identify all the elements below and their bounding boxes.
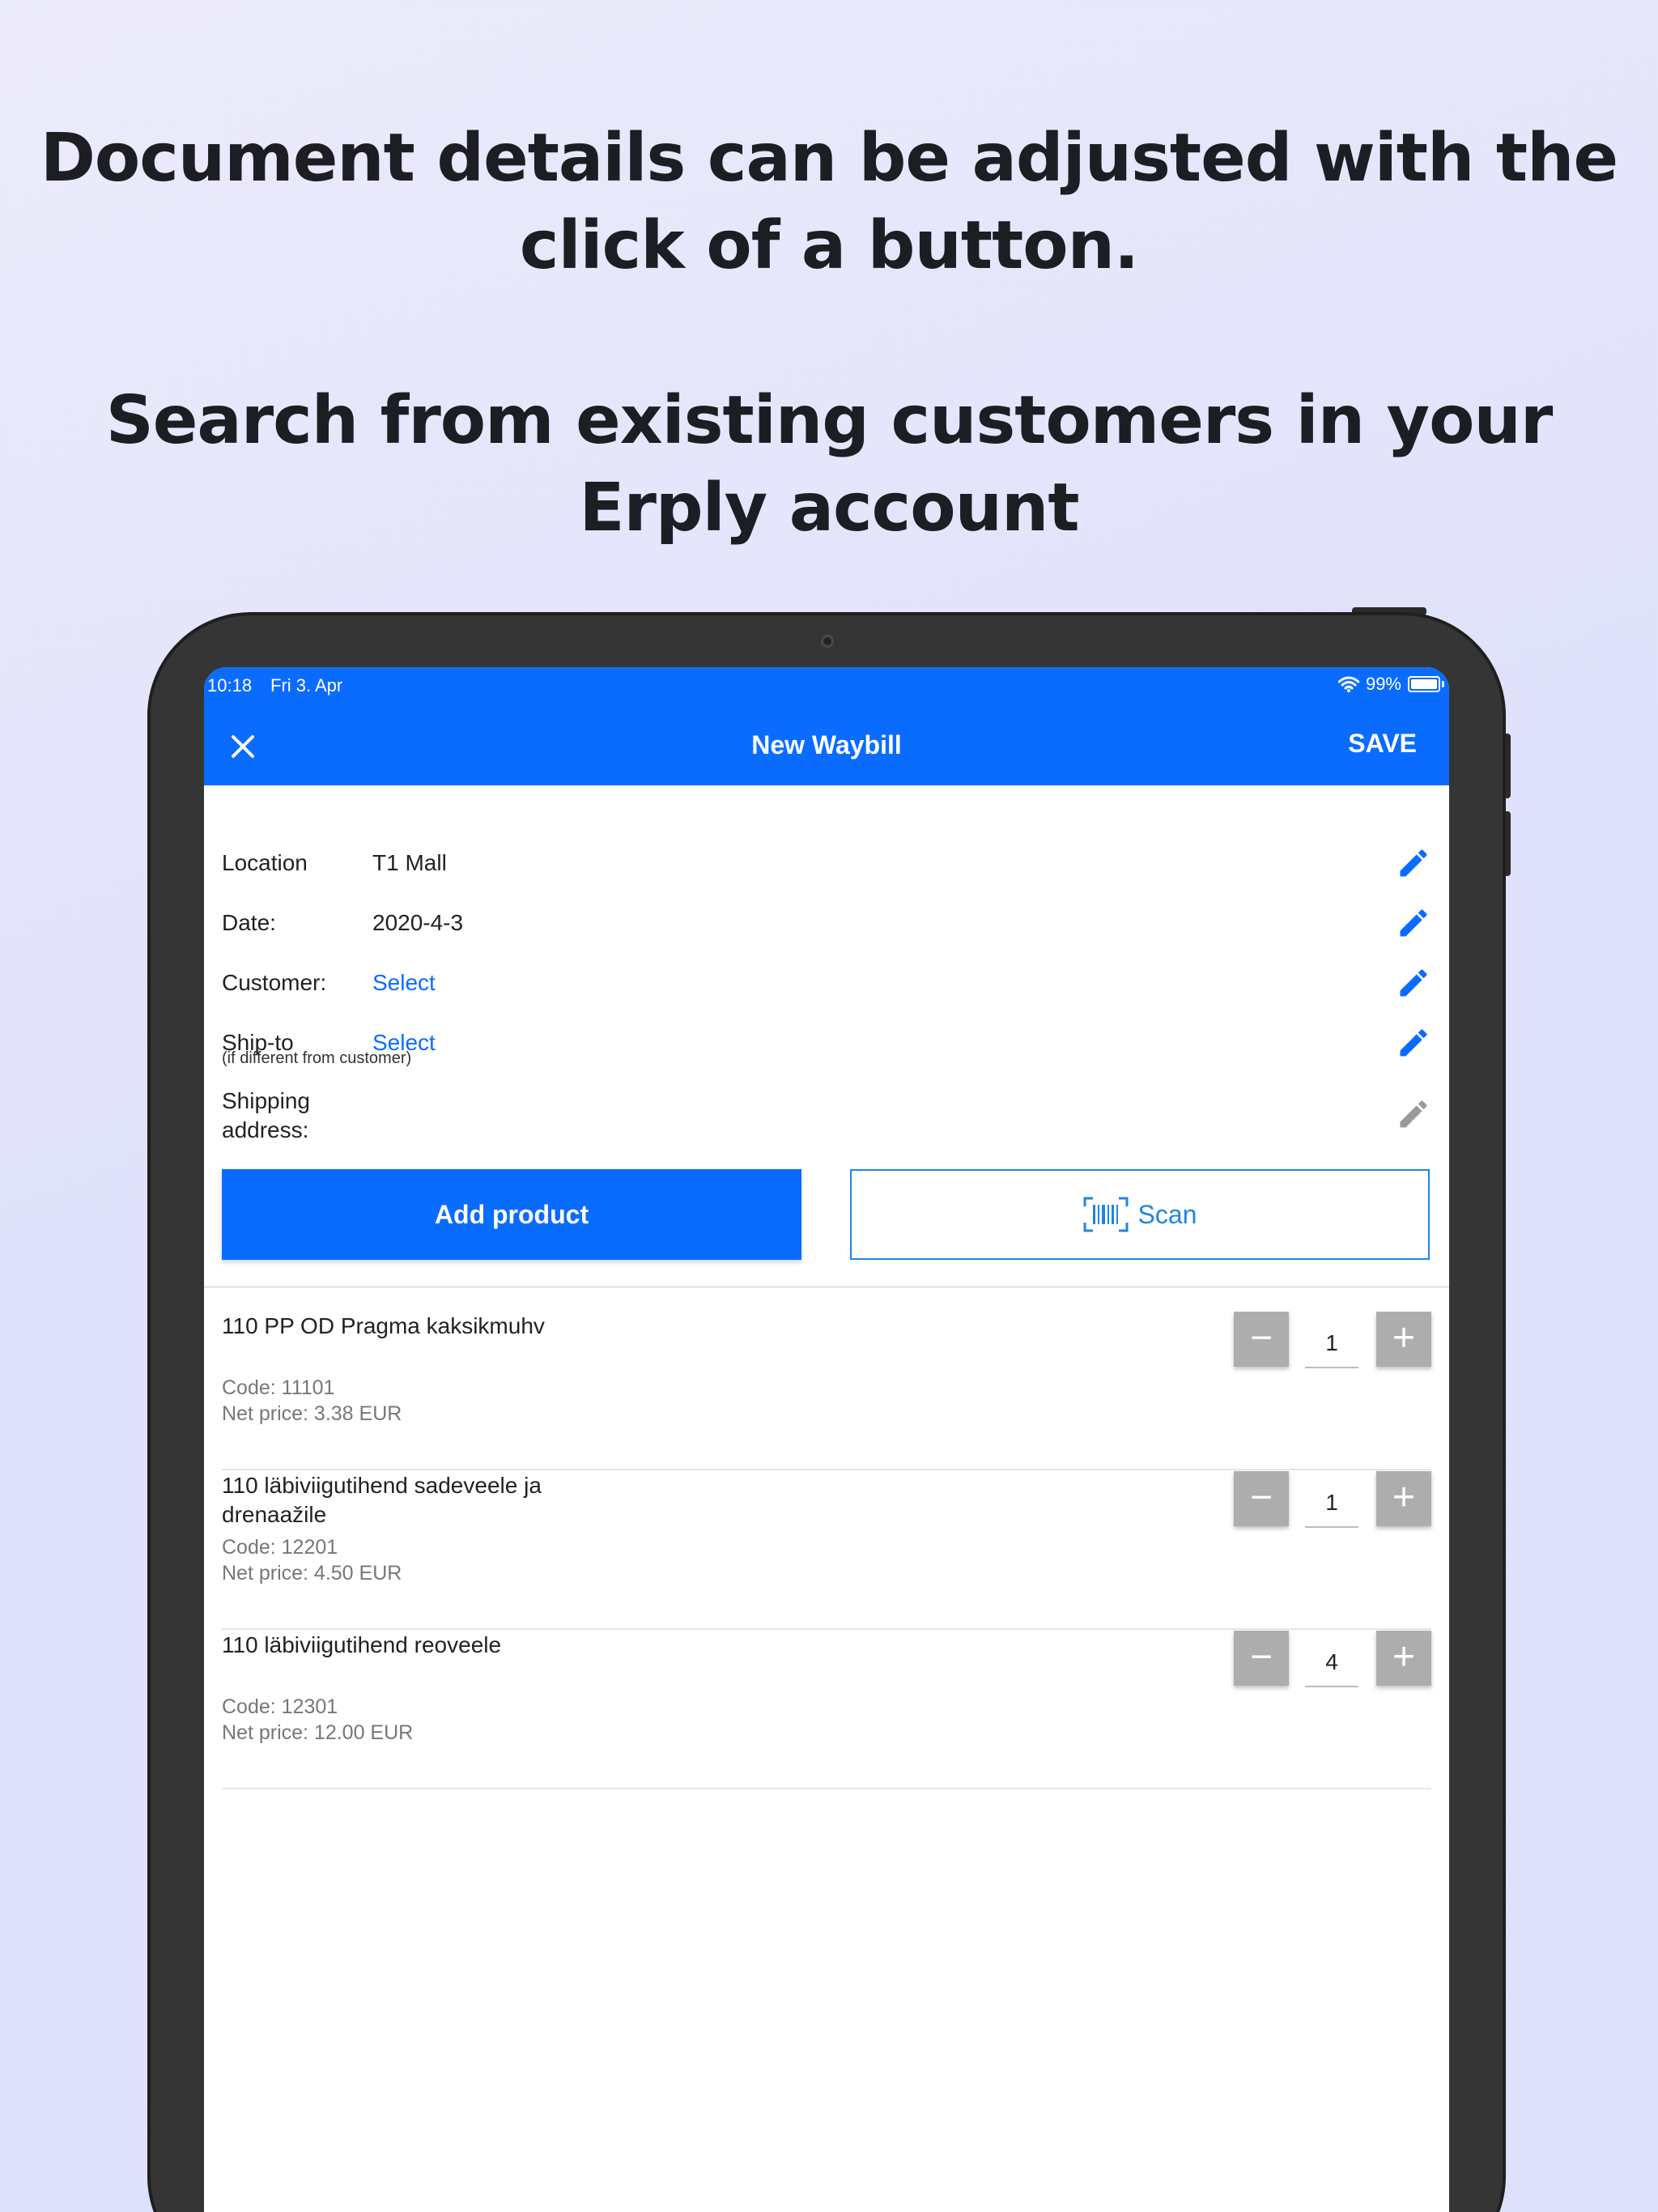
increase-quantity-button[interactable]: + xyxy=(1376,1471,1431,1526)
product-name: 110 läbiviigutihend reoveele xyxy=(222,1632,502,1657)
customer-select-link[interactable]: Select xyxy=(372,970,436,996)
product-price: Net price: 4.50 EUR xyxy=(222,1562,402,1585)
battery-percent: 99% xyxy=(1365,674,1401,694)
scan-label: Scan xyxy=(1137,1199,1197,1229)
customer-row: Customer: Select xyxy=(222,959,1431,1007)
page-title: New Waybill xyxy=(751,730,902,759)
shipping-address-label: Shipping address: xyxy=(222,1088,310,1142)
ship-to-hint: (if different from customer) xyxy=(222,1049,412,1067)
customer-label: Customer: xyxy=(222,970,327,995)
battery-tip xyxy=(1442,681,1444,687)
quantity-input[interactable] xyxy=(1305,1479,1358,1528)
location-label: Location xyxy=(222,850,308,875)
product-name: 110 läbiviigutihend sadeveele ja drenaaž… xyxy=(222,1473,542,1527)
product-code: Code: 11101 xyxy=(222,1376,335,1399)
edit-customer-icon[interactable] xyxy=(1396,965,1431,1001)
front-camera xyxy=(821,635,834,648)
app-screen: 10:18 Fri 3. Apr 99% New Waybill SAVE Lo… xyxy=(204,667,1449,2212)
app-bar: 10:18 Fri 3. Apr 99% New Waybill SAVE xyxy=(204,667,1449,785)
product-price: Net price: 12.00 EUR xyxy=(222,1721,414,1744)
edit-location-icon[interactable] xyxy=(1396,845,1431,881)
promo-headline-2-line-2: Erply account xyxy=(579,470,1079,547)
decrease-quantity-button[interactable]: − xyxy=(1234,1471,1289,1526)
increase-quantity-button[interactable]: + xyxy=(1376,1631,1431,1686)
decrease-quantity-button[interactable]: − xyxy=(1234,1631,1289,1686)
product-name: 110 PP OD Pragma kaksikmuhv xyxy=(222,1313,545,1338)
edit-ship-to-icon[interactable] xyxy=(1396,1025,1431,1061)
promo-headline-1-line-1: Document details can be adjusted with th… xyxy=(40,120,1618,197)
status-indicators: 99% xyxy=(1337,674,1444,695)
product-row[interactable]: 110 PP OD Pragma kaksikmuhv Code: 11101 … xyxy=(222,1312,1431,1470)
barcode-icon xyxy=(1083,1197,1129,1232)
date-row: Date: 2020-4-3 xyxy=(222,899,1431,947)
date-label: Date: xyxy=(222,910,276,935)
product-code: Code: 12201 xyxy=(222,1536,338,1559)
quantity-input[interactable] xyxy=(1305,1320,1358,1368)
location-row: Location T1 Mall xyxy=(222,839,1431,887)
location-value: T1 Mall xyxy=(372,850,447,875)
product-row[interactable]: 110 läbiviigutihend sadeveele ja drenaaž… xyxy=(222,1471,1431,1630)
status-time: 10:18 xyxy=(207,675,253,696)
promo-headline-1-line-2: click of a button. xyxy=(519,207,1139,284)
promo-headline-1: Document details can be adjusted with th… xyxy=(0,115,1658,290)
increase-quantity-button[interactable]: + xyxy=(1376,1312,1431,1367)
scan-button[interactable]: Scan xyxy=(850,1169,1430,1260)
product-price: Net price: 3.38 EUR xyxy=(222,1402,402,1425)
status-date: Fri 3. Apr xyxy=(270,675,343,696)
section-divider xyxy=(204,1286,1449,1288)
date-value: 2020-4-3 xyxy=(372,910,464,935)
edit-date-icon[interactable] xyxy=(1396,905,1431,941)
product-row[interactable]: 110 läbiviigutihend reoveele Code: 12301… xyxy=(222,1631,1431,1789)
save-button[interactable]: SAVE xyxy=(1348,729,1417,759)
decrease-quantity-button[interactable]: − xyxy=(1234,1312,1289,1367)
add-product-button[interactable]: Add product xyxy=(222,1169,801,1260)
product-code: Code: 12301 xyxy=(222,1695,338,1718)
promo-headline-2: Search from existing customers in your E… xyxy=(0,377,1658,552)
wifi-icon xyxy=(1337,676,1359,692)
promo-headline-2-line-1: Search from existing customers in your xyxy=(105,382,1554,459)
battery-icon xyxy=(1408,676,1440,692)
quantity-input[interactable] xyxy=(1305,1639,1358,1687)
edit-shipping-address-icon[interactable] xyxy=(1396,1096,1431,1132)
